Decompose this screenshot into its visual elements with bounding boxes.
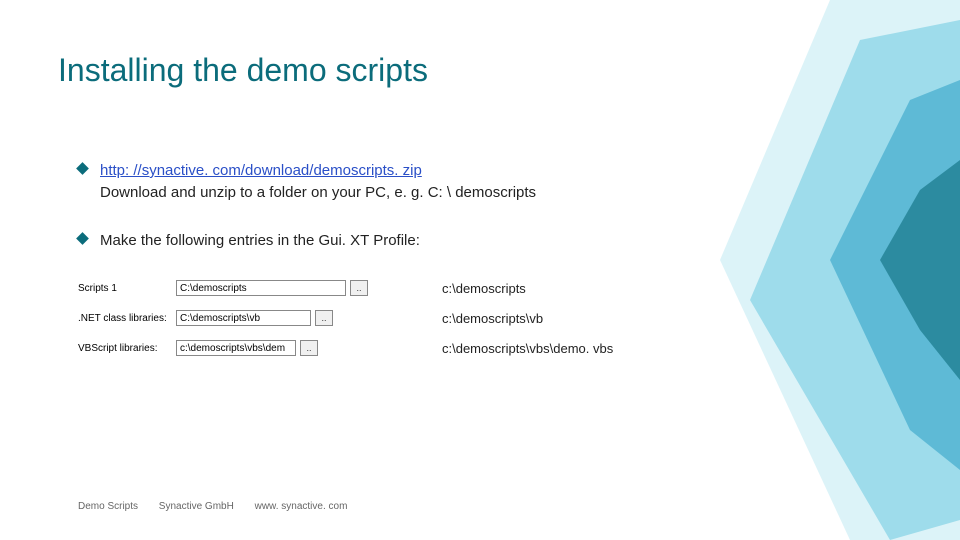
content-area: http: //synactive. com/download/demoscri… (78, 160, 778, 277)
path-text: c:\demoscripts\vb (442, 311, 543, 326)
bullet-icon (76, 162, 89, 175)
netlib-input[interactable] (176, 310, 311, 326)
field-group: Scripts 1 .. (78, 280, 378, 296)
browse-button[interactable]: .. (315, 310, 333, 326)
entry-row: .NET class libraries: .. c:\demoscripts\… (78, 310, 718, 326)
entry-row: Scripts 1 .. c:\demoscripts (78, 280, 718, 296)
browse-button[interactable]: .. (300, 340, 318, 356)
page-title: Installing the demo scripts (58, 52, 428, 89)
scripts1-input[interactable] (176, 280, 346, 296)
download-link[interactable]: http: //synactive. com/download/demoscri… (100, 162, 422, 179)
field-label: VBScript libraries: (78, 343, 170, 354)
entry-row: VBScript libraries: .. c:\demoscripts\vb… (78, 340, 718, 356)
field-group: VBScript libraries: .. (78, 340, 378, 356)
profile-instruction: Make the following entries in the Gui. X… (100, 232, 420, 249)
bullet-download: http: //synactive. com/download/demoscri… (78, 160, 778, 204)
profile-entries: Scripts 1 .. c:\demoscripts .NET class l… (78, 280, 718, 370)
bullet-icon (76, 232, 89, 245)
download-desc: Download and unzip to a folder on your P… (100, 184, 536, 201)
browse-button[interactable]: .. (350, 280, 368, 296)
bullet-profile: Make the following entries in the Gui. X… (78, 230, 778, 252)
field-label: Scripts 1 (78, 283, 170, 294)
path-text: c:\demoscripts (442, 281, 526, 296)
footer-center: Synactive GmbH (159, 501, 234, 512)
footer: Demo Scripts Synactive GmbH www. synacti… (78, 501, 365, 512)
field-label: .NET class libraries: (78, 313, 170, 324)
field-group: .NET class libraries: .. (78, 310, 378, 326)
path-text: c:\demoscripts\vbs\demo. vbs (442, 341, 613, 356)
footer-left: Demo Scripts (78, 501, 138, 512)
vbscript-input[interactable] (176, 340, 296, 356)
footer-right: www. synactive. com (255, 501, 348, 512)
